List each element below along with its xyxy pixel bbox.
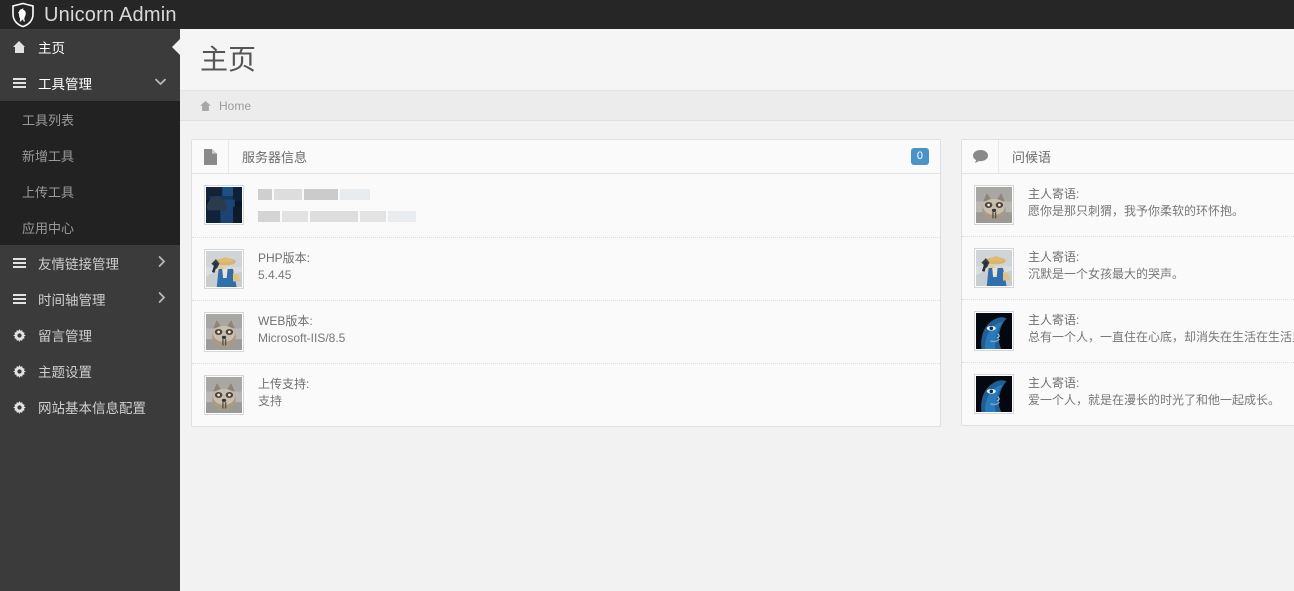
file-icon	[192, 140, 229, 173]
chevron-down-icon	[155, 77, 166, 89]
sidebar-item-links[interactable]: 友情链接管理	[0, 245, 180, 281]
sidebar-nav: 主页 工具管理 工具列表 新增工具 上传工具 应用中心 友情链接管理 时间轴管理…	[0, 29, 180, 425]
content-area: 服务器信息 0 PHP版本: 5.4.45 WEB版本: Microsoft-I…	[180, 121, 1294, 591]
panel-title: 问候语	[1012, 150, 1052, 165]
row-key: 主人寄语:	[1028, 250, 1080, 264]
redacted-value	[258, 208, 418, 226]
status-badge: 0	[910, 148, 929, 165]
list-icon	[10, 77, 28, 89]
page-header: 主页	[180, 29, 1294, 91]
row-body: WEB版本: Microsoft-IIS/8.5	[258, 312, 345, 347]
row-body: PHP版本: 5.4.45	[258, 249, 310, 284]
sidebar-item-tools[interactable]: 工具管理	[0, 65, 180, 101]
row-key: 主人寄语:	[1028, 187, 1080, 201]
comment-icon	[962, 140, 999, 173]
greetings-panel: 问候语 主人寄语: 愿你是那只刺猬，我予你柔软的环怀抱。 主人寄语: 沉默是一个…	[961, 139, 1294, 426]
gear-icon	[10, 364, 28, 378]
row-value: Microsoft-IIS/8.5	[258, 331, 346, 345]
sidebar-subitem-label: 应用中心	[22, 220, 75, 236]
sidebar-item-label: 工具管理	[38, 77, 92, 92]
list-item: 主人寄语: 沉默是一个女孩最大的哭声。	[962, 237, 1294, 300]
row-body: 主人寄语: 爱一个人，就是在漫长的时光了和他一起成长。	[1028, 374, 1280, 409]
list-item: 主人寄语: 愿你是那只刺猬，我予你柔软的环怀抱。	[962, 174, 1294, 237]
sidebar-subitem-label: 工具列表	[22, 112, 75, 128]
sidebar-item-label: 留言管理	[38, 329, 92, 344]
list-icon	[10, 257, 28, 269]
row-value: 愿你是那只刺猬，我予你柔软的环怀抱。	[1028, 204, 1245, 218]
panel-badge-wrap: 0	[910, 140, 940, 173]
sidebar-item-theme-settings[interactable]: 主题设置	[0, 353, 180, 389]
panel-header: 问候语	[962, 140, 1294, 174]
sidebar-item-label: 时间轴管理	[38, 293, 106, 308]
blue-pixel-avatar	[204, 185, 244, 225]
raccoon-avatar	[974, 185, 1014, 225]
row-body: 主人寄语: 沉默是一个女孩最大的哭声。	[1028, 248, 1184, 283]
home-icon	[200, 100, 211, 111]
main-area: 主页 Home 服务器信息 0 PHP版本: 5.4.45 WEB版本: Mic…	[180, 0, 1294, 591]
row-body	[258, 185, 418, 226]
unicorn-shield-icon	[10, 2, 36, 28]
breadcrumb-item-home[interactable]: Home	[219, 99, 251, 113]
brand-title: Unicorn Admin	[44, 3, 177, 26]
blue-face-avatar	[974, 311, 1014, 351]
sidebar-item-home[interactable]: 主页	[0, 29, 180, 65]
table-row: WEB版本: Microsoft-IIS/8.5	[192, 301, 940, 364]
gear-icon	[10, 400, 28, 414]
redacted-key	[258, 186, 418, 204]
sidebar-item-label: 友情链接管理	[38, 257, 119, 272]
row-key: 上传支持:	[258, 377, 310, 391]
sidebar-subitem-app-center[interactable]: 应用中心	[0, 209, 180, 245]
row-key: 主人寄语:	[1028, 376, 1080, 390]
server-info-rows: PHP版本: 5.4.45 WEB版本: Microsoft-IIS/8.5 上…	[192, 174, 940, 426]
list-item: 主人寄语: 总有一个人，一直住在心底，却消失在生活在生活里。	[962, 300, 1294, 363]
server-info-panel: 服务器信息 0 PHP版本: 5.4.45 WEB版本: Microsoft-I…	[191, 139, 941, 427]
sidebar-item-label: 主题设置	[38, 365, 92, 380]
row-value: 爱一个人，就是在漫长的时光了和他一起成长。	[1028, 393, 1281, 407]
row-body: 主人寄语: 总有一个人，一直住在心底，却消失在生活在生活里。	[1028, 311, 1294, 346]
panel-header: 服务器信息 0	[192, 140, 940, 174]
table-row	[192, 174, 940, 238]
table-row: 上传支持: 支持	[192, 364, 940, 426]
row-key: 主人寄语:	[1028, 313, 1080, 327]
chevron-right-icon	[158, 256, 166, 270]
admin-app: Unicorn Admin 主页 工具管理 工具列表 新增工具 上传工具 应用中…	[0, 0, 1294, 591]
sidebar-item-site-config[interactable]: 网站基本信息配置	[0, 389, 180, 425]
chevron-right-icon	[158, 292, 166, 306]
sidebar-item-timeline[interactable]: 时间轴管理	[0, 281, 180, 317]
sidebar-subitem-add-tool[interactable]: 新增工具	[0, 137, 180, 173]
topbar	[180, 0, 1294, 29]
sidebar-item-messages[interactable]: 留言管理	[0, 317, 180, 353]
greetings-rows: 主人寄语: 愿你是那只刺猬，我予你柔软的环怀抱。 主人寄语: 沉默是一个女孩最大…	[962, 174, 1294, 425]
gear-icon	[10, 328, 28, 342]
detective-avatar	[974, 248, 1014, 288]
sidebar-subitem-label: 新增工具	[22, 148, 75, 164]
row-body: 主人寄语: 愿你是那只刺猬，我予你柔软的环怀抱。	[1028, 185, 1244, 220]
page-title: 主页	[200, 43, 257, 75]
raccoon-avatar	[204, 312, 244, 352]
sidebar-item-label: 网站基本信息配置	[38, 401, 146, 416]
panel-title: 服务器信息	[242, 150, 308, 165]
row-key: PHP版本:	[258, 251, 311, 265]
sidebar-submenu-tools: 工具列表 新增工具 上传工具 应用中心	[0, 101, 180, 245]
sidebar-subitem-label: 上传工具	[22, 184, 75, 200]
list-icon	[10, 293, 28, 305]
list-item: 主人寄语: 爱一个人，就是在漫长的时光了和他一起成长。	[962, 363, 1294, 425]
sidebar-item-label: 主页	[38, 41, 65, 56]
home-icon	[10, 41, 28, 53]
row-value: 沉默是一个女孩最大的哭声。	[1028, 267, 1185, 281]
raccoon-avatar	[204, 375, 244, 415]
blue-face-avatar	[974, 374, 1014, 414]
brand[interactable]: Unicorn Admin	[0, 0, 180, 29]
sidebar-subitem-upload-tool[interactable]: 上传工具	[0, 173, 180, 209]
row-key: WEB版本:	[258, 314, 313, 328]
detective-avatar	[204, 249, 244, 289]
row-value: 支持	[258, 394, 283, 408]
row-body: 上传支持: 支持	[258, 375, 309, 410]
sidebar-subitem-tool-list[interactable]: 工具列表	[0, 101, 180, 137]
breadcrumb: Home	[180, 91, 1294, 121]
table-row: PHP版本: 5.4.45	[192, 238, 940, 301]
row-value: 总有一个人，一直住在心底，却消失在生活在生活里。	[1028, 330, 1294, 344]
sidebar: Unicorn Admin 主页 工具管理 工具列表 新增工具 上传工具 应用中…	[0, 0, 180, 591]
row-value: 5.4.45	[258, 268, 292, 282]
